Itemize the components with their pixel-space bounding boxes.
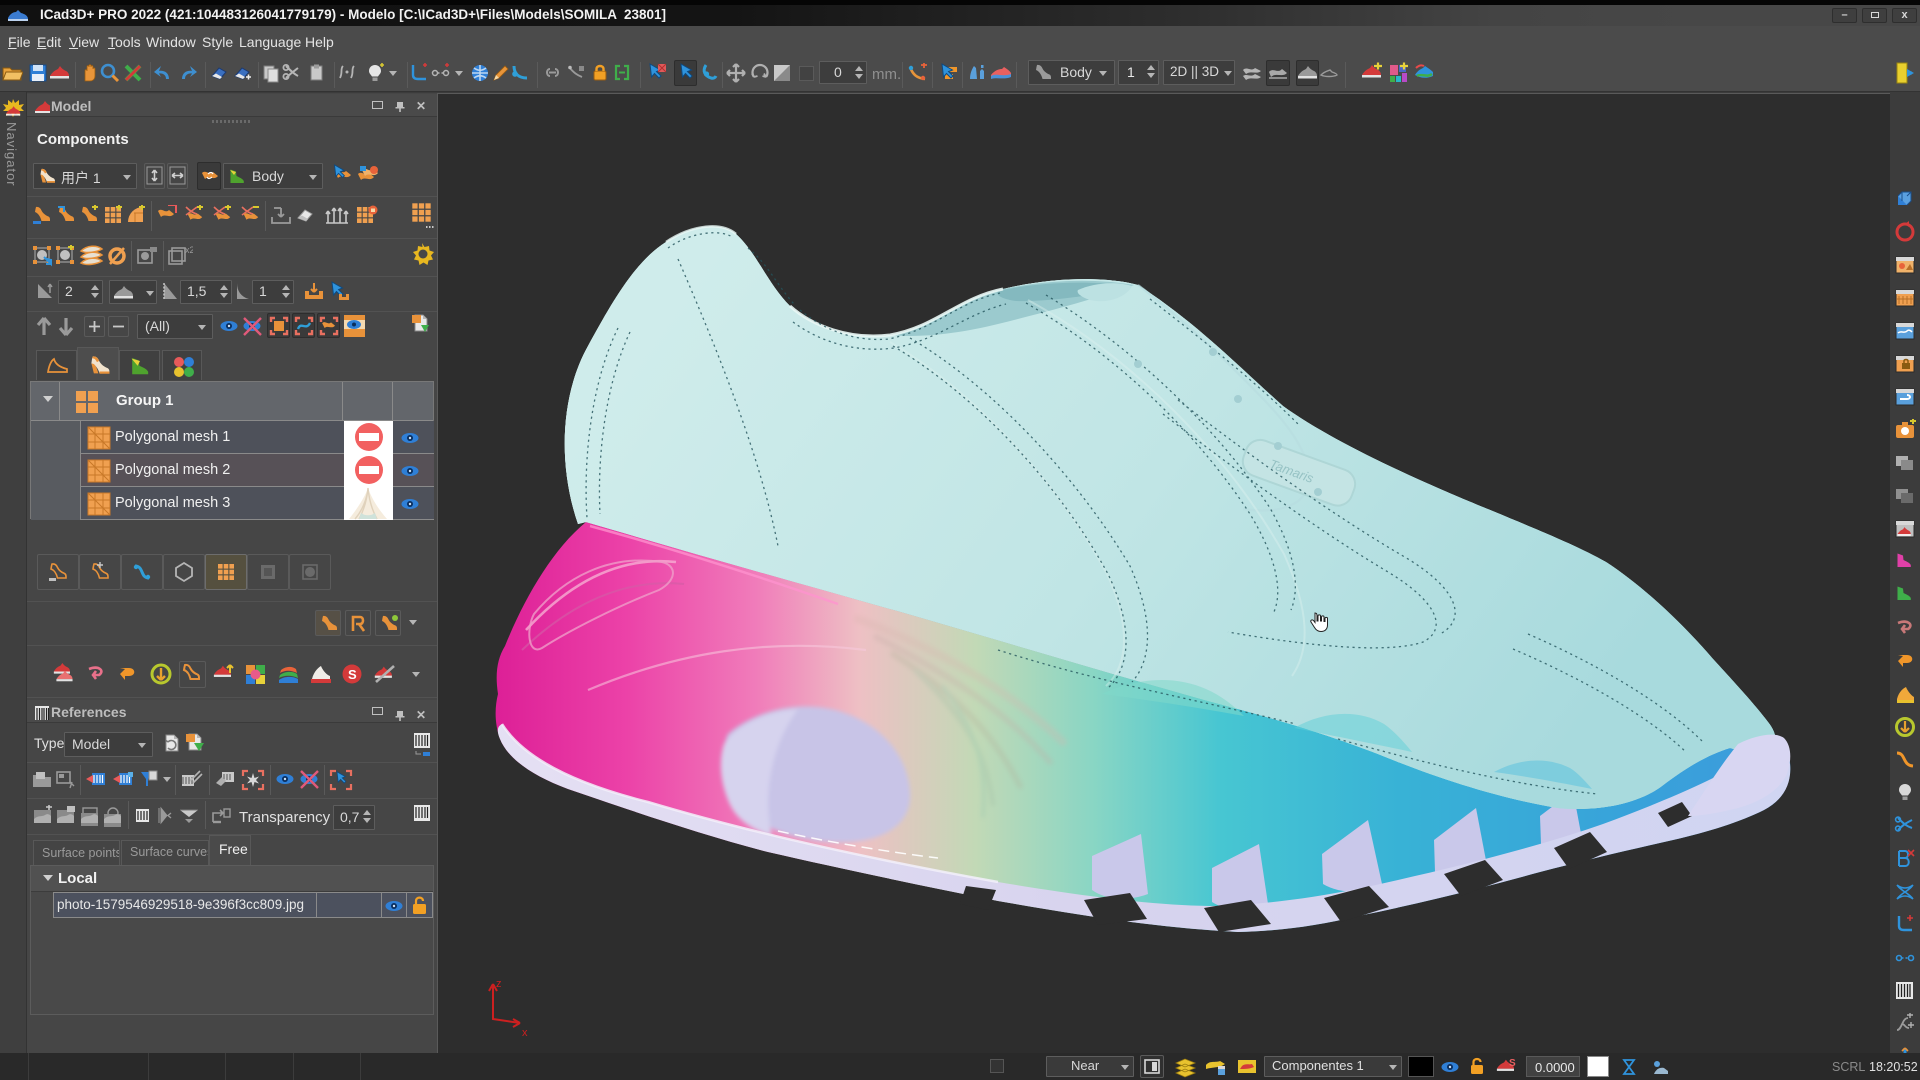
svg-text:x: x	[522, 1027, 528, 1039]
svg-text:S: S	[1509, 1058, 1516, 1069]
svg-text:z: z	[496, 978, 502, 990]
svg-text:x2: x2	[185, 245, 193, 255]
svg-text:S: S	[348, 667, 357, 682]
